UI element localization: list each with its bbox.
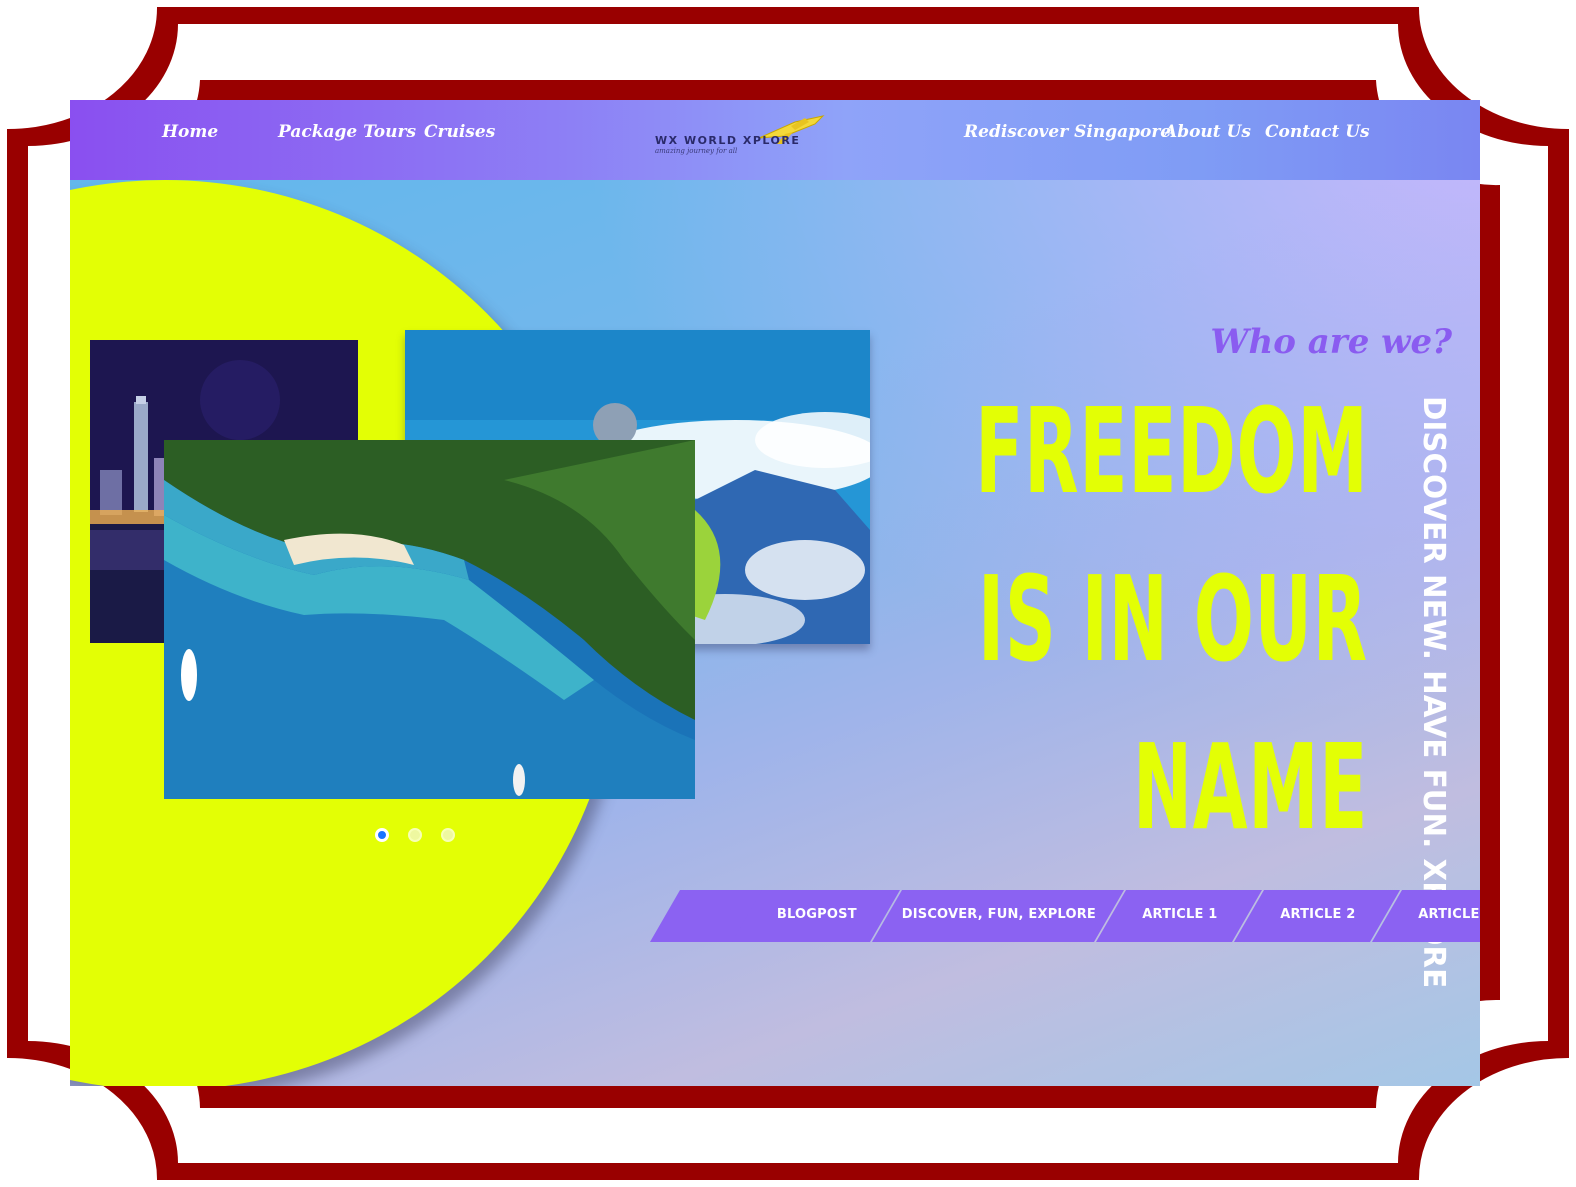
nav-link-package-tours[interactable]: Package Tours: [278, 122, 416, 142]
nav-link-cruises[interactable]: Cruises: [424, 122, 495, 142]
tab-blogpost-label: BLOGPOST: [776, 907, 857, 922]
tab-discover-label: DISCOVER, FUN, EXPLORE: [901, 907, 1096, 922]
hero-headline-line-1: FREEDOM: [974, 382, 1368, 520]
hero-headline-line-3: NAME: [1132, 718, 1368, 856]
carousel-dot-3[interactable]: [441, 828, 455, 842]
brand-name: WX WORLD XPLORE: [655, 134, 801, 147]
tab-article-2-label: ARTICLE 2: [1280, 907, 1356, 922]
nav-link-about-us[interactable]: About Us: [1164, 122, 1251, 142]
nav-link-contact-us[interactable]: Contact Us: [1265, 122, 1370, 142]
tab-blogpost[interactable]: BLOGPOST: [731, 890, 901, 942]
tab-discover-fun-explore[interactable]: DISCOVER, FUN, EXPLORE: [871, 890, 1125, 942]
brand-tagline: amazing journey for all: [655, 147, 738, 155]
website-screenshot: Home Package Tours Cruises WX WORLD XPLO…: [70, 100, 1480, 1086]
article-tab-strip: BLOGPOST DISCOVER, FUN, EXPLORE ARTICLE …: [649, 890, 1480, 942]
hero-kicker: Who are we?: [1210, 322, 1452, 362]
hero-headline-line-2: IS IN OUR: [978, 550, 1368, 688]
tab-article-3-label: ARTICLE 3: [1418, 907, 1480, 922]
carousel-dot-1[interactable]: [375, 828, 389, 842]
carousel-dot-2[interactable]: [408, 828, 422, 842]
top-navbar: Home Package Tours Cruises WX WORLD XPLO…: [70, 100, 1480, 180]
nav-link-rediscover-singapore[interactable]: Rediscover Singapore: [964, 122, 1171, 142]
nav-link-home[interactable]: Home: [162, 122, 218, 142]
vertical-tagline: DISCOVER NEW. HAVE FUN. XPLORE: [1416, 396, 1456, 988]
tab-article-1-label: ARTICLE 1: [1142, 907, 1218, 922]
brand-logo[interactable]: WX WORLD XPLORE amazing journey for all: [655, 114, 835, 162]
aerial-beach-photo: [164, 440, 695, 799]
carousel-dots: [375, 828, 475, 844]
